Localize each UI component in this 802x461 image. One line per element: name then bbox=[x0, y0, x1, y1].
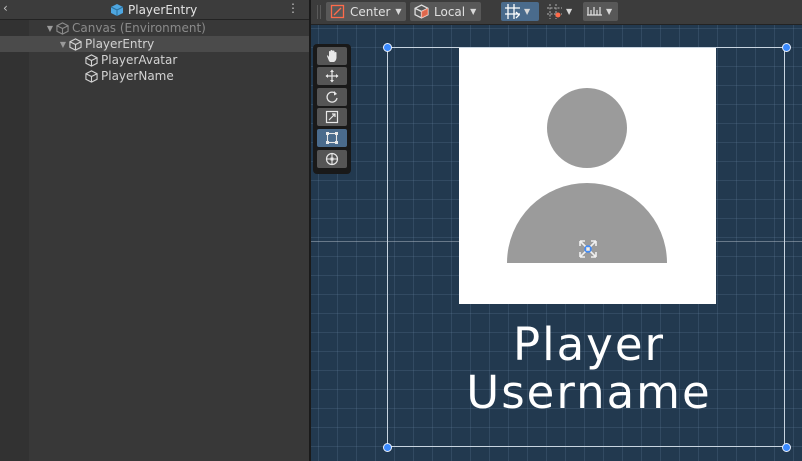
expand-triangle-icon[interactable]: ▼ bbox=[45, 24, 55, 33]
move-tool-button[interactable] bbox=[317, 67, 347, 85]
hierarchy-item-playeravatar[interactable]: PlayerAvatar bbox=[0, 52, 309, 68]
anchor-pivot-icon[interactable] bbox=[575, 236, 601, 262]
player-name-text[interactable]: Player Username bbox=[439, 321, 739, 417]
rect-transform-icon bbox=[326, 132, 338, 144]
hierarchy-item-playername[interactable]: PlayerName bbox=[0, 68, 309, 84]
prefab-title-label: PlayerEntry bbox=[128, 2, 198, 17]
pivot-rotation-dropdown[interactable]: Local ▼ bbox=[410, 2, 481, 21]
pivot-mode-dropdown[interactable]: Center ▼ bbox=[326, 2, 406, 21]
transform-icon bbox=[325, 152, 339, 166]
tools-overlay bbox=[313, 44, 351, 174]
gameobject-cube-icon bbox=[56, 21, 69, 35]
expand-triangle-icon[interactable]: ▼ bbox=[58, 40, 68, 49]
ruler-icon bbox=[587, 7, 602, 16]
hierarchy-item-label: PlayerName bbox=[101, 69, 174, 83]
move-arrows-icon bbox=[325, 69, 339, 83]
hierarchy-item-label: PlayerEntry bbox=[85, 37, 155, 51]
dropdown-arrow-icon: ▼ bbox=[470, 7, 477, 16]
hierarchy-item-playerentry[interactable]: ▼ PlayerEntry bbox=[0, 36, 309, 52]
more-menu-icon[interactable]: ⋮ bbox=[287, 1, 299, 15]
scale-tool-button[interactable] bbox=[317, 108, 347, 126]
grid-snap-icon bbox=[505, 4, 520, 19]
player-name-line1: Player bbox=[512, 318, 666, 371]
rect-handle-bottom-left[interactable] bbox=[383, 443, 392, 452]
transform-tool-button[interactable] bbox=[317, 150, 347, 168]
local-cube-icon bbox=[414, 4, 429, 19]
hierarchy-panel: ‹ PlayerEntry ⋮ ▼ Canvas (Environment) ▼… bbox=[0, 0, 309, 461]
scale-icon bbox=[325, 110, 339, 124]
hierarchy-item-label: Canvas (Environment) bbox=[72, 21, 206, 35]
player-name-line2: Username bbox=[466, 366, 712, 419]
toolbar-grip-icon[interactable] bbox=[317, 5, 321, 19]
back-chevron-icon[interactable]: ‹ bbox=[3, 1, 8, 15]
grid-snapping-button[interactable]: ▼ bbox=[501, 2, 539, 21]
dropdown-arrow-icon: ▼ bbox=[524, 7, 531, 16]
gameobject-cube-icon bbox=[69, 37, 82, 51]
rect-handle-top-right[interactable] bbox=[782, 43, 791, 52]
rotate-icon bbox=[326, 91, 338, 103]
gameobject-cube-icon bbox=[85, 69, 98, 83]
prefab-title: PlayerEntry bbox=[110, 1, 197, 18]
hierarchy-item-canvas[interactable]: ▼ Canvas (Environment) bbox=[0, 20, 309, 36]
hand-tool-button[interactable] bbox=[317, 47, 347, 65]
hierarchy-item-label: PlayerAvatar bbox=[101, 53, 178, 67]
hand-icon bbox=[327, 50, 337, 62]
dropdown-arrow-icon: ▼ bbox=[566, 7, 573, 16]
gameobject-cube-icon bbox=[85, 53, 98, 67]
rotate-tool-button[interactable] bbox=[317, 88, 347, 106]
rect-tool-button[interactable] bbox=[317, 129, 347, 147]
hierarchy-header: ‹ PlayerEntry ⋮ bbox=[0, 0, 309, 20]
pivot-center-icon bbox=[330, 4, 345, 19]
hierarchy-gutter bbox=[0, 19, 29, 461]
dropdown-arrow-icon: ▼ bbox=[606, 7, 613, 16]
dropdown-arrow-icon: ▼ bbox=[395, 7, 402, 16]
pivot-rotation-label: Local bbox=[434, 4, 466, 19]
ruler-snapping-button[interactable]: ▼ bbox=[583, 2, 618, 21]
scene-view[interactable]: Player Username bbox=[311, 25, 802, 461]
increment-snap-icon bbox=[547, 4, 562, 19]
increment-snapping-button[interactable]: ▼ bbox=[543, 2, 579, 21]
rect-handle-top-left[interactable] bbox=[383, 43, 392, 52]
pivot-mode-label: Center bbox=[350, 4, 391, 19]
prefab-cube-icon bbox=[110, 3, 124, 16]
rect-handle-bottom-right[interactable] bbox=[782, 443, 791, 452]
